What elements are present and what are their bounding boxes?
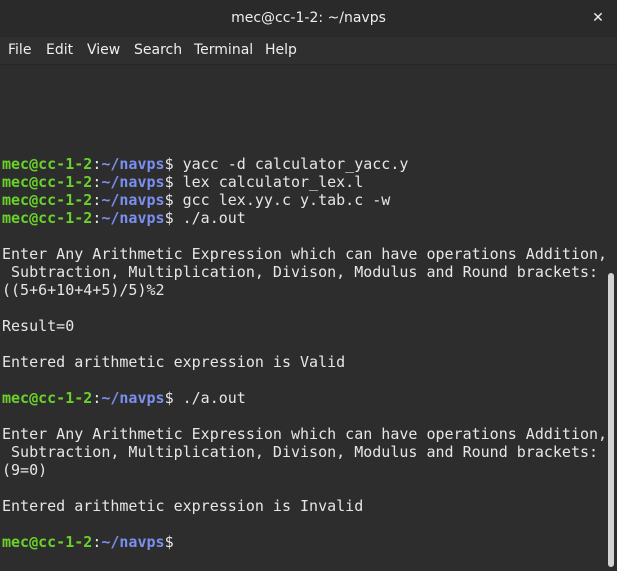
output-line: Entered arithmetic expression is Invalid [2, 497, 607, 515]
scrollbar-thumb[interactable] [608, 273, 614, 567]
menu-terminal[interactable]: Terminal [194, 42, 253, 58]
scrollbar[interactable] [605, 65, 617, 571]
output-line: (9=0) [2, 461, 607, 479]
prompt-path: ~/navps [101, 533, 165, 551]
prompt-symbol: $ [164, 155, 174, 173]
prompt-path: ~/navps [101, 191, 165, 209]
command-text: yacc -d calculator_yacc.y [173, 155, 409, 173]
prompt-line: mec@cc-1-2:~/navps$ yacc -d calculator_y… [2, 155, 607, 173]
prompt-user-host: mec@cc-1-2 [2, 173, 93, 191]
prompt-colon: : [92, 191, 102, 209]
menu-search[interactable]: Search [134, 42, 182, 58]
prompt-line: mec@cc-1-2:~/navps$ gcc lex.yy.c y.tab.c… [2, 191, 607, 209]
menu-edit[interactable]: Edit [46, 42, 73, 58]
prompt-user-host: mec@cc-1-2 [2, 191, 93, 209]
prompt-path: ~/navps [101, 155, 165, 173]
prompt-user-host: mec@cc-1-2 [2, 155, 93, 173]
prompt-symbol: $ [164, 389, 174, 407]
output-line: Enter Any Arithmetic Expression which ca… [2, 245, 607, 263]
output-text: Entered arithmetic expression is Invalid [2, 497, 364, 515]
command-text: gcc lex.yy.c y.tab.c -w [173, 191, 391, 209]
command-text: lex calculator_lex.l [173, 173, 364, 191]
menu-help[interactable]: Help [265, 42, 297, 58]
output-line: Subtraction, Multiplication, Divison, Mo… [2, 443, 607, 461]
output-text: ((5+6+10+4+5)/5)%2 [2, 281, 165, 299]
output-text: Result=0 [2, 317, 75, 335]
terminal-window: mec@cc-1-2: ~/navps ✕ File Edit View Sea… [0, 0, 617, 571]
command-text: ./a.out [173, 209, 246, 227]
prompt-line: mec@cc-1-2:~/navps$ ./a.out [2, 389, 607, 407]
terminal-output: mec@cc-1-2:~/navps$ yacc -d calculator_y… [2, 155, 607, 551]
prompt-line: mec@cc-1-2:~/navps$ ./a.out [2, 209, 607, 227]
output-text: Entered arithmetic expression is Valid [2, 353, 346, 371]
window-title: mec@cc-1-2: ~/navps [231, 10, 386, 26]
prompt-colon: : [92, 209, 102, 227]
menu-view[interactable]: View [87, 42, 120, 58]
prompt-colon: : [92, 389, 102, 407]
menu-file[interactable]: File [8, 42, 31, 58]
prompt-path: ~/navps [101, 173, 165, 191]
output-line: Enter Any Arithmetic Expression which ca… [2, 425, 607, 443]
prompt-user-host: mec@cc-1-2 [2, 209, 93, 227]
prompt-path: ~/navps [101, 209, 165, 227]
output-line: Result=0 [2, 317, 607, 335]
prompt-line: mec@cc-1-2:~/navps$ lex calculator_lex.l [2, 173, 607, 191]
prompt-user-host: mec@cc-1-2 [2, 389, 93, 407]
prompt-symbol: $ [164, 209, 174, 227]
prompt-symbol: $ [164, 173, 174, 191]
close-icon[interactable]: ✕ [587, 7, 609, 29]
output-text: Enter Any Arithmetic Expression which ca… [2, 425, 608, 443]
prompt-line: mec@cc-1-2:~/navps$ [2, 533, 607, 551]
output-line: Subtraction, Multiplication, Divison, Mo… [2, 263, 607, 281]
title-bar[interactable]: mec@cc-1-2: ~/navps ✕ [0, 0, 617, 38]
output-text: Subtraction, Multiplication, Divison, Mo… [2, 263, 599, 281]
command-text: ./a.out [173, 389, 246, 407]
output-text: Enter Any Arithmetic Expression which ca… [2, 245, 608, 263]
output-line: Entered arithmetic expression is Valid [2, 353, 607, 371]
prompt-path: ~/navps [101, 389, 165, 407]
prompt-colon: : [92, 533, 102, 551]
prompt-user-host: mec@cc-1-2 [2, 533, 93, 551]
prompt-symbol: $ [164, 533, 174, 551]
output-text: Subtraction, Multiplication, Divison, Mo… [2, 443, 599, 461]
output-text: (9=0) [2, 461, 48, 479]
output-line: ((5+6+10+4+5)/5)%2 [2, 281, 607, 299]
prompt-colon: : [92, 155, 102, 173]
prompt-colon: : [92, 173, 102, 191]
prompt-symbol: $ [164, 191, 174, 209]
menu-bar: File Edit View Search Terminal Help [0, 37, 617, 65]
